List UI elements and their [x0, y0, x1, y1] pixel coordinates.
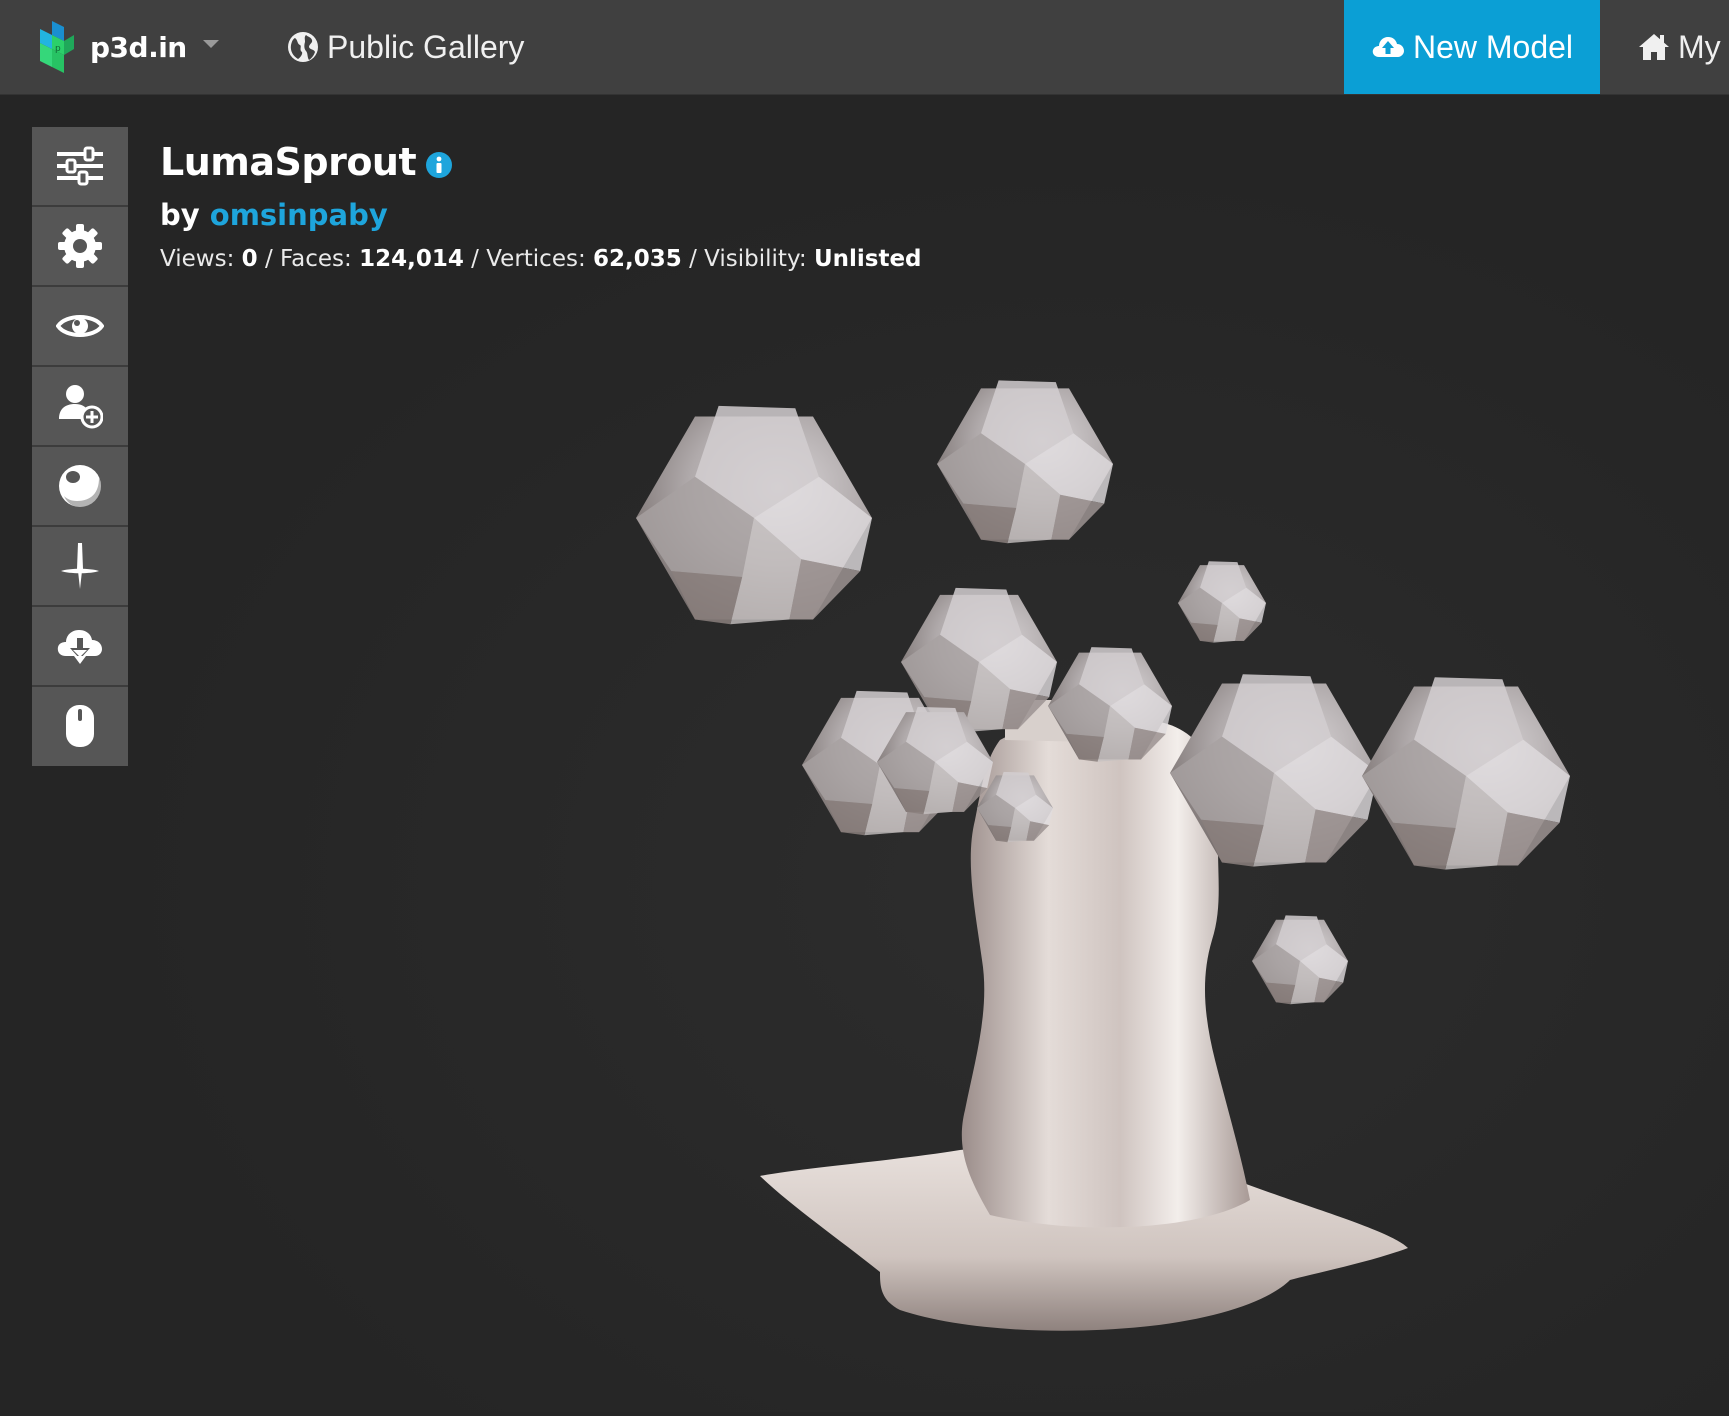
separator: /: [689, 246, 697, 272]
vertices-value: 62,035: [593, 246, 682, 272]
pin-button[interactable]: [32, 527, 128, 607]
views-value: 0: [241, 246, 258, 272]
p3d-logo-icon: p: [40, 21, 74, 73]
visibility-value: Unlisted: [813, 246, 922, 272]
material-button[interactable]: [32, 447, 128, 527]
faces-label: Faces:: [280, 246, 352, 272]
gear-button[interactable]: [32, 207, 128, 287]
visibility-label: Visibility:: [704, 246, 807, 272]
mouse-controls-button[interactable]: [32, 687, 128, 765]
new-model-label: New Model: [1412, 28, 1574, 65]
share-add-user-button[interactable]: [32, 367, 128, 447]
svg-text:p: p: [55, 44, 61, 54]
viewer-toolbar: [32, 127, 128, 766]
globe-icon: [288, 32, 318, 62]
nav-public-gallery-label: Public Gallery: [327, 28, 525, 65]
author-link[interactable]: omsinpaby: [210, 198, 388, 232]
gear-icon: [58, 224, 102, 268]
eye-icon: [56, 315, 104, 337]
model-stats: Views: 0 / Faces: 124,014 / Vertices: 62…: [160, 246, 922, 272]
author-line: by omsinpaby: [160, 198, 922, 232]
vertices-label: Vertices:: [486, 246, 586, 272]
views-label: Views:: [160, 246, 235, 272]
chevron-down-icon[interactable]: [202, 40, 219, 48]
cloud-download-icon: [57, 630, 102, 664]
page-title: LumaSprout: [160, 140, 417, 184]
separator: /: [264, 246, 273, 272]
info-icon[interactable]: [426, 152, 453, 178]
download-button[interactable]: [32, 607, 128, 687]
separator: /: [471, 246, 479, 272]
home-icon: [1639, 34, 1669, 60]
sliders-icon: [57, 146, 103, 186]
nav-my-label: My: [1678, 28, 1721, 65]
new-model-button[interactable]: New Model: [1344, 0, 1600, 94]
material-sphere-icon: [59, 465, 101, 507]
model-render: [0, 95, 1729, 1412]
brand-menu[interactable]: p p3d.in: [40, 20, 219, 74]
faces-value: 124,014: [359, 246, 464, 272]
nav-my-models[interactable]: My: [1638, 20, 1721, 74]
mouse-icon: [66, 705, 94, 747]
brand-name[interactable]: p3d.in: [90, 31, 187, 64]
cloud-upload-icon: [1372, 37, 1404, 57]
nav-public-gallery[interactable]: Public Gallery: [287, 20, 524, 74]
view-button[interactable]: [32, 287, 128, 367]
by-label: by: [160, 198, 200, 232]
top-navigation-bar: p p3d.in Public Gallery New Model My: [0, 0, 1729, 95]
settings-sliders-button[interactable]: [32, 127, 128, 207]
model-info: LumaSprout by omsinpaby Views: 0 / Faces…: [160, 134, 922, 272]
add-user-icon: [59, 385, 103, 429]
pin-icon: [61, 543, 99, 589]
model-3d-viewport[interactable]: [0, 95, 1729, 1412]
